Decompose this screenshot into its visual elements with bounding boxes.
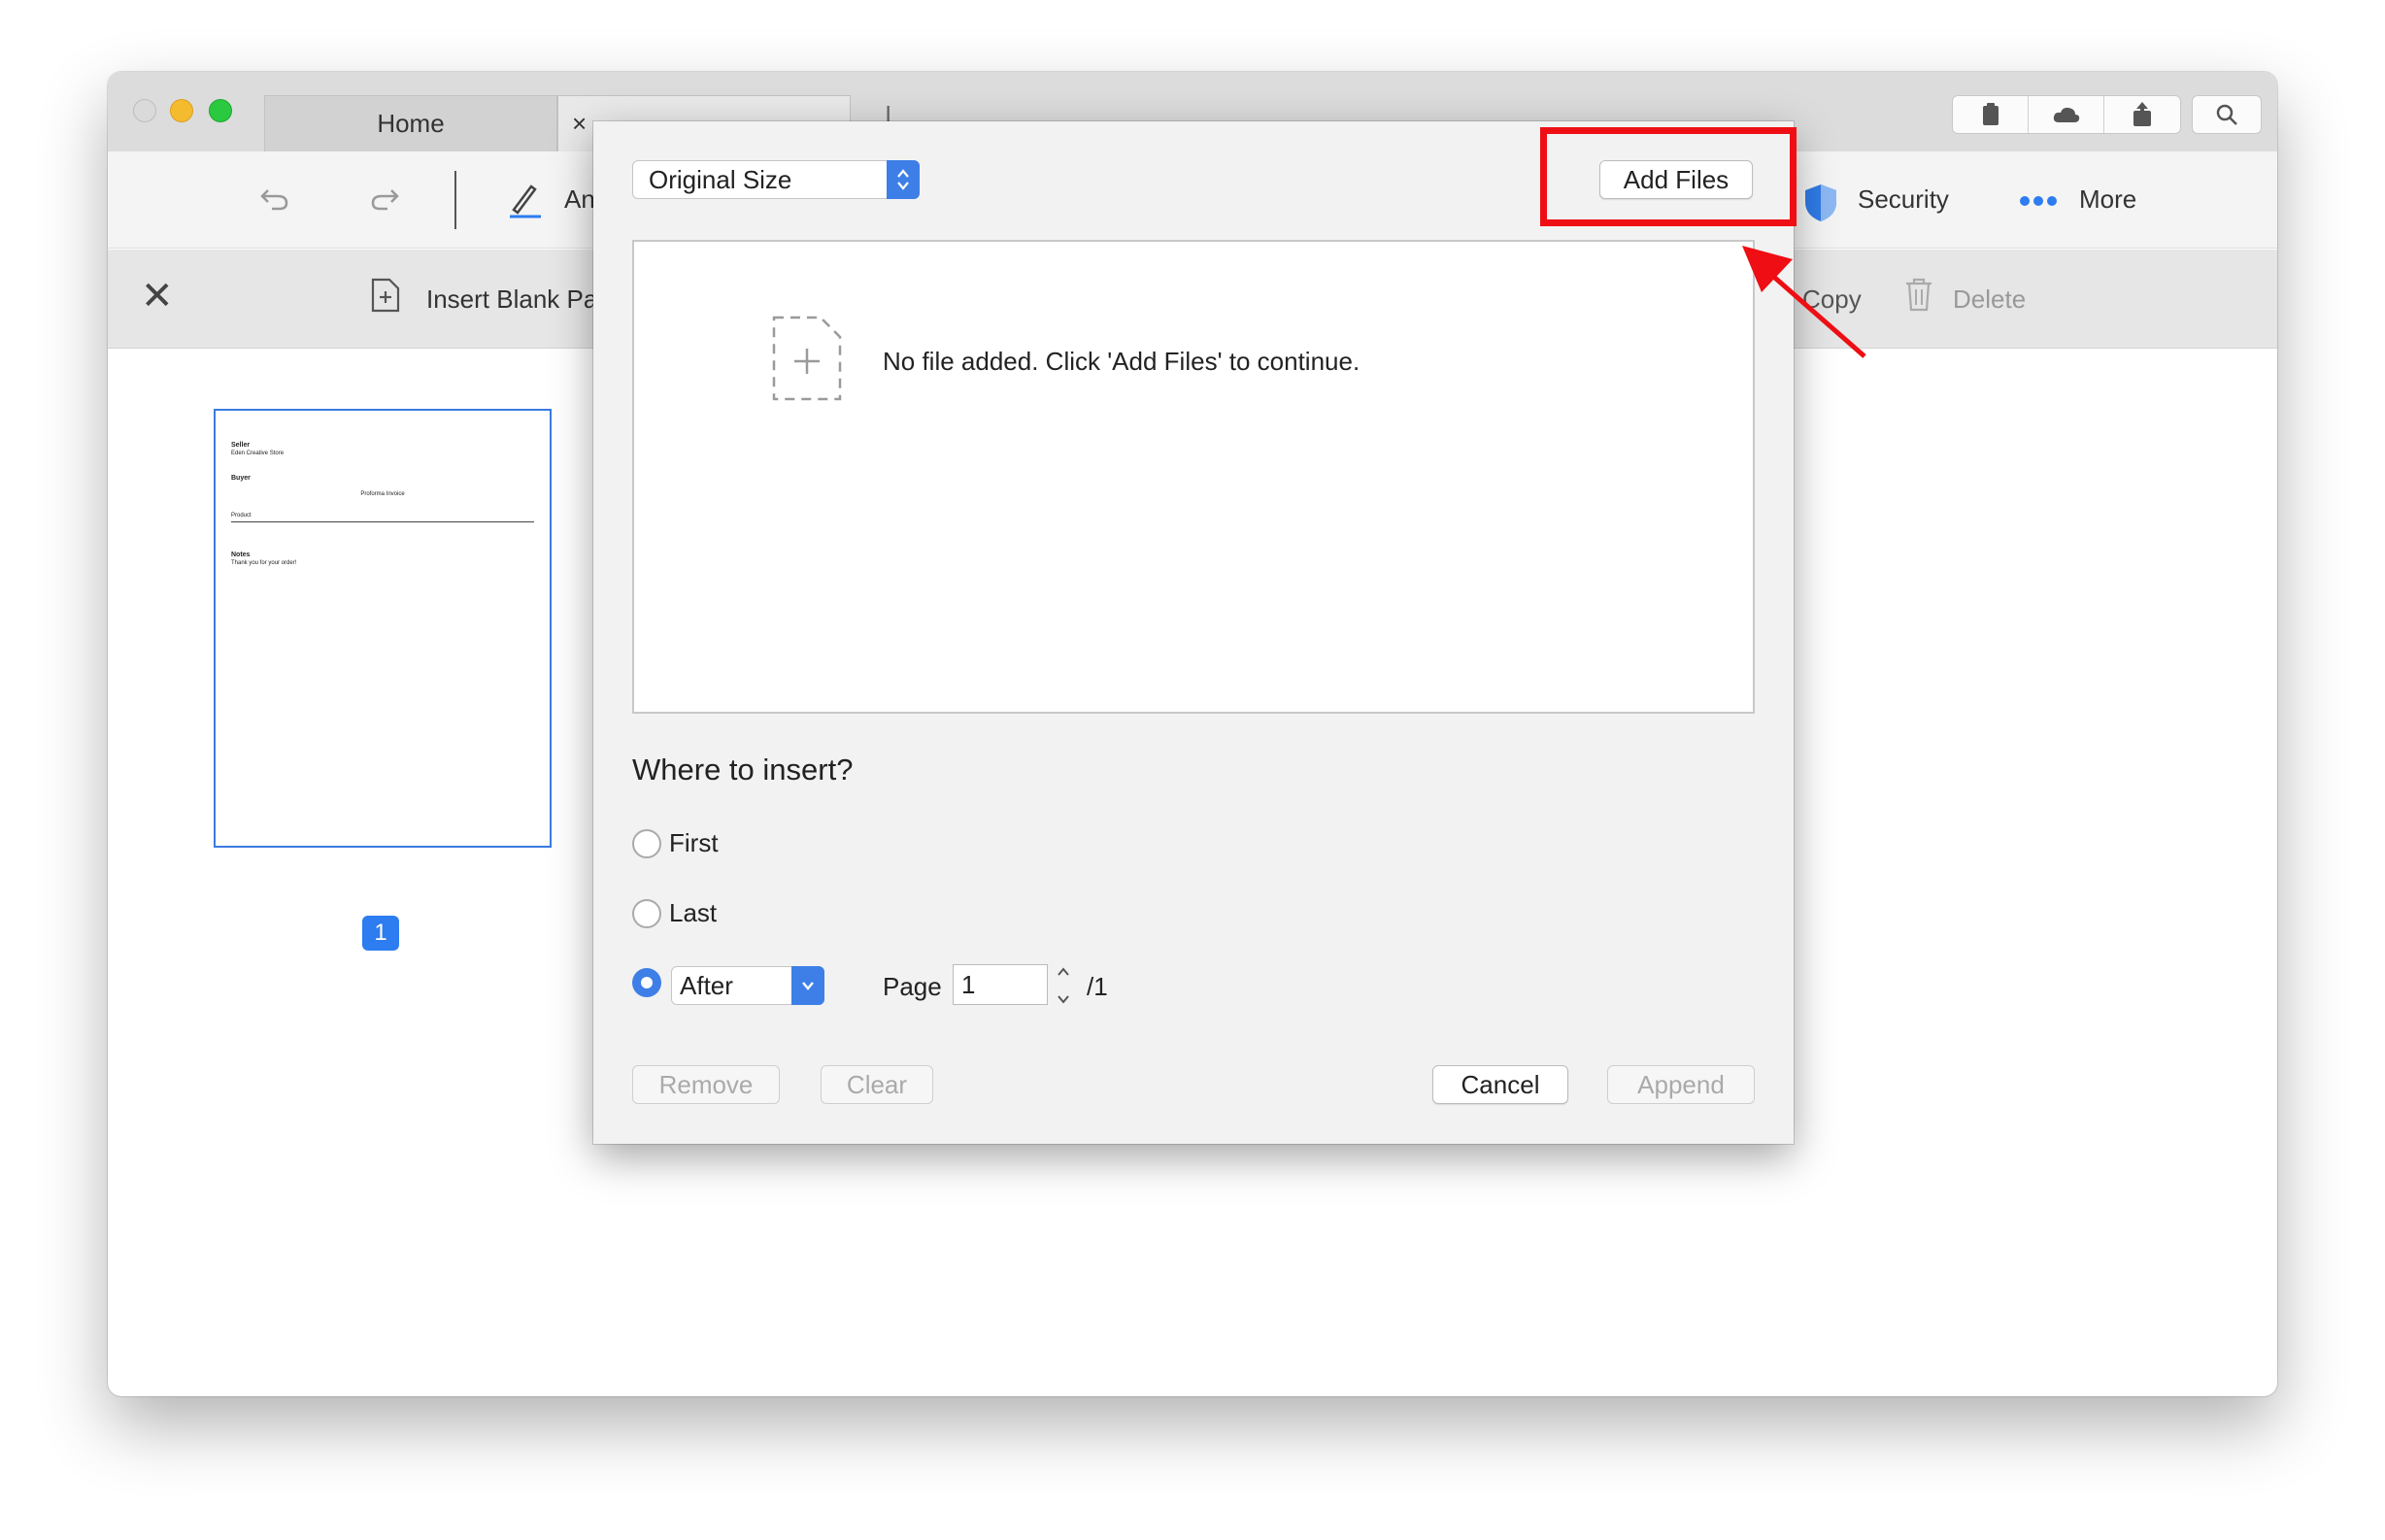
radio-after[interactable]: [632, 968, 669, 997]
file-list-area[interactable]: No file added. Click 'Add Files' to cont…: [632, 240, 1755, 714]
clear-button[interactable]: Clear: [821, 1065, 933, 1104]
cancel-button[interactable]: Cancel: [1432, 1065, 1568, 1104]
share-icon[interactable]: [2104, 96, 2180, 133]
tab-home-label: Home: [377, 109, 445, 138]
delete-button[interactable]: Delete: [1953, 285, 2026, 315]
clipboard-icon[interactable]: [1953, 96, 2029, 133]
shield-icon[interactable]: [1802, 183, 1839, 228]
radio-button[interactable]: [632, 828, 661, 858]
chevron-down-icon[interactable]: [1057, 993, 1070, 1005]
cloud-icon[interactable]: [2029, 96, 2104, 133]
page-thumbnail[interactable]: Seller Eden Creative Store Buyer Proform…: [214, 409, 552, 848]
page-total: /1: [1087, 972, 1108, 1001]
insert-blank-page-button[interactable]: Insert Blank Pa: [426, 285, 597, 315]
remove-button[interactable]: Remove: [632, 1065, 780, 1104]
page-size-select[interactable]: Original Size: [632, 160, 920, 199]
position-select[interactable]: After: [671, 966, 824, 1005]
append-button[interactable]: Append: [1607, 1065, 1755, 1104]
chevron-down-icon: [791, 966, 824, 1005]
radio-button-selected[interactable]: [632, 968, 661, 997]
radio-last[interactable]: Last: [632, 898, 717, 928]
search-icon: [2193, 96, 2261, 133]
file-add-icon: [770, 314, 844, 408]
position-select-value: After: [680, 970, 733, 1000]
thumbnail-spacer: [231, 483, 534, 490]
thumbnail-rule: [231, 521, 534, 522]
thumbnail-text: Notes: [231, 552, 251, 558]
trash-icon[interactable]: [1904, 277, 1933, 317]
undo-icon[interactable]: [260, 186, 289, 217]
radio-button[interactable]: [632, 898, 661, 928]
empty-state-message: No file added. Click 'Add Files' to cont…: [883, 347, 1360, 376]
thumbnail-text: Proforma Invoice: [360, 491, 405, 497]
thumbnail-spacer: [231, 524, 534, 552]
thumbnail-spacer: [231, 498, 534, 512]
tab-home[interactable]: Home: [264, 95, 557, 151]
insert-from-file-dialog: Original Size Add Files No file added. C…: [593, 121, 1794, 1144]
thumbnail-text: Product: [231, 513, 252, 519]
radio-first[interactable]: First: [632, 828, 719, 858]
annotate-label[interactable]: An: [564, 184, 595, 215]
page-stepper[interactable]: [1054, 966, 1073, 1005]
more-icon[interactable]: [2019, 194, 2058, 212]
thumbnail-text: Thank you for your order!: [231, 560, 297, 566]
page-number-badge: 1: [362, 916, 399, 951]
thumbnail-spacer: [231, 457, 534, 475]
search-button[interactable]: [2192, 95, 2262, 134]
page-number-input[interactable]: [953, 964, 1048, 1005]
toolbar-divider: [454, 171, 456, 229]
chevron-up-icon[interactable]: [1057, 966, 1070, 978]
thumbnail-text: Seller: [231, 442, 251, 449]
insert-page-icon[interactable]: [370, 277, 401, 318]
more-label[interactable]: More: [2079, 184, 2136, 215]
chevron-updown-icon: [887, 160, 920, 199]
redo-icon[interactable]: [370, 186, 399, 217]
radio-first-label: First: [669, 828, 719, 857]
window-zoom-button[interactable]: [209, 99, 232, 122]
page-size-value: Original Size: [649, 164, 792, 194]
annotation-highlight-box: [1540, 127, 1797, 226]
window-minimize-button[interactable]: [170, 99, 193, 122]
thumbnail-text: Buyer: [231, 475, 251, 482]
close-icon[interactable]: ✕: [141, 277, 174, 316]
annotation-arrow: [1729, 238, 1874, 369]
tab-close-icon[interactable]: ×: [572, 109, 587, 139]
thumbnail-text: Eden Creative Store: [231, 451, 285, 456]
insert-position-heading: Where to insert?: [632, 753, 854, 787]
security-label[interactable]: Security: [1858, 184, 1949, 215]
title-bar-actions: [1952, 95, 2181, 134]
radio-last-label: Last: [669, 898, 718, 927]
window-close-button[interactable]: [133, 99, 156, 122]
pen-icon[interactable]: [506, 181, 545, 224]
page-label: Page: [883, 972, 942, 1001]
